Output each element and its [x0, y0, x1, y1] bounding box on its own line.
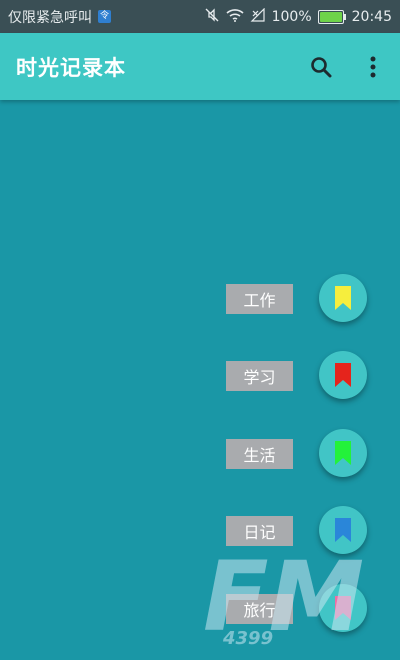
app-screen: 仅限紧急呼叫 令 100% 20:45 时光记录本 工作 学习 生活 日记 旅行…: [0, 0, 400, 660]
sim-icon: 令: [98, 10, 111, 23]
search-icon[interactable]: [308, 54, 334, 80]
battery-fill: [319, 11, 342, 22]
category-fab[interactable]: [319, 506, 367, 554]
category-label[interactable]: 学习: [226, 361, 293, 391]
mute-icon: [204, 7, 220, 27]
category-fab[interactable]: [319, 351, 367, 399]
category-fab[interactable]: [319, 429, 367, 477]
category-fab[interactable]: [319, 584, 367, 632]
battery-percent: 100%: [271, 8, 312, 25]
battery-icon: [317, 9, 346, 24]
category-item-work: 工作: [0, 274, 400, 324]
bookmark-icon: [335, 596, 351, 620]
category-fab[interactable]: [319, 274, 367, 322]
category-label[interactable]: 工作: [226, 284, 293, 314]
wifi-icon: [226, 8, 244, 26]
category-label[interactable]: 旅行: [226, 594, 293, 624]
bookmark-icon: [335, 363, 351, 387]
app-title: 时光记录本: [16, 55, 126, 80]
status-bar-right: 100% 20:45: [204, 7, 392, 27]
category-label[interactable]: 生活: [226, 439, 293, 469]
category-item-travel: 旅行: [0, 584, 400, 634]
category-item-study: 学习: [0, 351, 400, 401]
clock: 20:45: [351, 8, 392, 25]
app-bar-actions: [308, 54, 386, 80]
status-bar: 仅限紧急呼叫 令 100% 20:45: [0, 0, 400, 33]
signal-icon: [250, 7, 266, 26]
bookmark-icon: [335, 286, 351, 310]
category-item-life: 生活: [0, 429, 400, 479]
category-item-diary: 日记: [0, 506, 400, 556]
carrier-text: 仅限紧急呼叫: [8, 9, 92, 26]
bookmark-icon: [335, 441, 351, 465]
status-bar-left: 仅限紧急呼叫 令: [8, 7, 111, 27]
category-label[interactable]: 日记: [226, 516, 293, 546]
app-bar: 时光记录本: [0, 33, 400, 100]
more-vert-icon[interactable]: [360, 54, 386, 80]
bookmark-icon: [335, 518, 351, 542]
